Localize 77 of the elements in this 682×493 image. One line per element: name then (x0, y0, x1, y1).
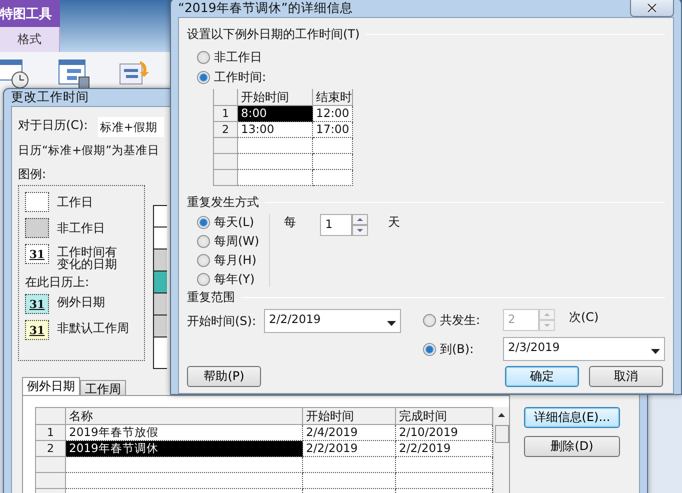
calendar-label: 对于日历(C): (18, 117, 88, 134)
radio-button[interactable] (197, 234, 210, 248)
empty-cell[interactable] (313, 154, 353, 170)
row-number: 1 (36, 425, 66, 441)
occurrences-unit: 次(C) (569, 309, 599, 326)
dialog-title: 更改工作时间 (11, 89, 89, 106)
side-button[interactable]: 详细信息(E)... (524, 407, 620, 428)
legend-label: 非默认工作周 (57, 322, 130, 334)
table-cell[interactable]: 8:00 (238, 106, 313, 122)
dialog-button[interactable]: 帮助(P) (187, 366, 261, 387)
radio-button[interactable] (197, 216, 210, 228)
empty-cell[interactable] (303, 473, 396, 489)
section-title: 重复范围 (187, 289, 235, 306)
scrollbar[interactable] (493, 407, 509, 493)
legend-day-sample: 31 (25, 320, 49, 340)
radio-button[interactable] (197, 254, 210, 266)
radio-button[interactable] (197, 70, 210, 84)
dialog-button[interactable]: 确定 (505, 366, 579, 387)
close-button[interactable] (630, 0, 674, 17)
tab[interactable]: 例外日期 (22, 377, 80, 395)
section-title: 重复发生方式 (187, 194, 259, 211)
legend-label: 工作日 (57, 196, 93, 208)
legend-label: 非工作日 (57, 222, 105, 234)
empty-cell[interactable] (313, 138, 353, 154)
radio-option[interactable]: 非工作日 (197, 49, 665, 65)
legend-day-sample: 31 (25, 244, 49, 264)
row-number: 2 (36, 441, 66, 457)
scroll-thumb-icon[interactable] (494, 425, 508, 443)
row-number: 2 (214, 122, 238, 138)
end-date-dropdown[interactable]: 2/3/2019 (503, 337, 665, 361)
legend-title: 图例: (18, 166, 46, 183)
start-label: 开始时间(S): (187, 313, 256, 330)
column-header: 结束时 (313, 89, 353, 106)
radio-option[interactable]: 每周(W) (197, 233, 260, 249)
scroll-up-icon[interactable] (497, 411, 506, 419)
table-cell[interactable]: 17:00 (313, 122, 353, 138)
calendar-dropdown[interactable]: 标准+假期 (98, 117, 164, 137)
close-icon (647, 2, 657, 12)
legend-heading: 在此日历上: (25, 276, 90, 288)
dialog-button[interactable]: 取消 (589, 366, 663, 387)
column-header: 开始时间 (238, 89, 313, 106)
legend-label: 例外日期 (57, 296, 106, 308)
radio-option[interactable]: 每天(L) (197, 214, 260, 230)
unit-label: 天 (388, 214, 400, 231)
column-header: 完成时间 (396, 408, 493, 425)
table-cell[interactable]: 12:00 (313, 106, 353, 122)
legend-label: 工作时间有变化的日期 (57, 246, 118, 270)
tab[interactable]: 工作周 (80, 380, 126, 395)
column-header: 开始时间 (303, 408, 396, 425)
base-calendar-note: 日历“标准+假期”为基准日 (18, 143, 160, 158)
start-date-dropdown[interactable]: 2/2/2019 (264, 309, 402, 333)
radio-option[interactable]: 每月(H) (197, 252, 260, 268)
radio-option[interactable]: 到(B): (423, 341, 503, 357)
table-cell[interactable]: 2/2/2019 (303, 441, 396, 457)
table-cell[interactable]: 2019年春节调休 (66, 441, 303, 457)
radio-button[interactable] (197, 272, 210, 286)
spinner-arrows-icon[interactable] (352, 214, 368, 236)
radio-option[interactable]: 每年(Y) (197, 271, 260, 287)
table-cell[interactable]: 2/4/2019 (303, 425, 396, 441)
context-tab-header: 特图工具 (0, 0, 60, 27)
side-button[interactable]: 删除(D) (524, 436, 620, 457)
calendar-clock-icon[interactable] (0, 58, 30, 90)
radio-button[interactable] (197, 50, 210, 64)
row-number: 1 (214, 106, 238, 122)
empty-cell[interactable] (303, 457, 396, 473)
ribbon-tab[interactable]: 格式 (0, 27, 60, 52)
dialog-title: “2019年春节调休”的详细信息 (178, 0, 353, 16)
column-header: 名称 (66, 408, 303, 425)
empty-cell[interactable] (313, 170, 353, 186)
interval-field[interactable]: 1 (320, 214, 352, 236)
every-label: 每 (284, 214, 296, 231)
section-title: 设置以下例外日期的工作时间(T) (187, 26, 360, 43)
radio-option[interactable]: 工作时间: (197, 69, 665, 85)
table-calculator-icon[interactable] (58, 58, 90, 90)
legend-day-sample: 31 (25, 294, 49, 314)
radio-button[interactable] (423, 342, 436, 356)
table-cell[interactable]: 13:00 (238, 122, 313, 138)
